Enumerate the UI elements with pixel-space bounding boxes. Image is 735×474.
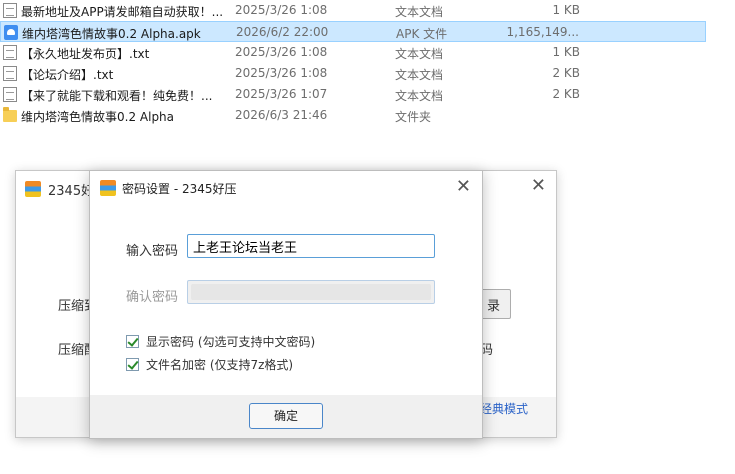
password-dialog: 密码设置 - 2345好压 ✕ 输入密码 确认密码 显示密码 (勾选可支持中文密… [89, 170, 483, 439]
file-type: 文本文档 [395, 89, 444, 103]
file-type: 文本文档 [395, 47, 444, 61]
encrypt-filenames-label: 文件名加密 (仅支持7z格式) [146, 358, 294, 372]
file-name: 【永久地址发布页】.txt [21, 47, 150, 61]
dialog-title: 密码设置 - 2345好压 [122, 182, 237, 196]
file-row[interactable]: 维内塔湾色情故事0.2 Alpha 2026/6/3 21:46 文件夹 [0, 105, 706, 126]
file-row[interactable]: 【永久地址发布页】.txt 2025/3/26 1:08 文本文档 1 KB [0, 42, 706, 63]
file-date: 2025/3/26 1:08 [235, 66, 328, 80]
dialog-footer: 确定 [90, 395, 482, 438]
file-row-selected[interactable]: 维内塔湾色情故事0.2 Alpha.apk 2026/6/2 22:00 APK… [0, 21, 706, 42]
password-label: 输入密码 [126, 244, 179, 259]
file-name: 最新地址及APP请发邮箱自动获取！... [21, 5, 224, 19]
file-date: 2025/3/26 1:07 [235, 87, 328, 101]
file-name: 维内塔湾色情故事0.2 Alpha [21, 110, 175, 124]
file-type: APK 文件 [396, 27, 448, 41]
encrypt-filenames-checkbox[interactable]: 文件名加密 (仅支持7z格式) [126, 356, 293, 373]
window-title: 2345好 [48, 184, 95, 199]
show-password-checkbox[interactable]: 显示密码 (勾选可支持中文密码) [126, 333, 315, 350]
file-size: 1,165,149... [506, 25, 579, 39]
confirm-password-input[interactable] [187, 280, 435, 304]
password-input[interactable] [187, 234, 435, 258]
ok-button[interactable]: 确定 [249, 403, 323, 429]
file-name: 维内塔湾色情故事0.2 Alpha.apk [22, 27, 201, 41]
show-password-label: 显示密码 (勾选可支持中文密码) [146, 335, 316, 349]
close-icon[interactable]: ✕ [456, 176, 471, 197]
confirm-password-field-disabled [191, 284, 431, 300]
file-date: 2026/6/2 22:00 [236, 25, 329, 39]
file-type: 文件夹 [395, 110, 432, 124]
file-date: 2025/3/26 1:08 [235, 3, 328, 17]
file-date: 2026/6/3 21:46 [235, 108, 328, 122]
file-size: 2 KB [552, 66, 580, 80]
app-logo-icon [25, 181, 41, 197]
file-size: 1 KB [552, 3, 580, 17]
file-name: 【论坛介绍】.txt [21, 68, 114, 82]
file-type: 文本文档 [395, 5, 444, 19]
text-file-icon [3, 3, 17, 18]
text-file-icon [3, 45, 17, 60]
text-file-icon [3, 66, 17, 81]
file-row[interactable]: 最新地址及APP请发邮箱自动获取！... 2025/3/26 1:08 文本文档… [0, 0, 706, 21]
text-file-icon [3, 87, 17, 102]
checkbox-checked-icon[interactable] [126, 335, 139, 348]
file-date: 2025/3/26 1:08 [235, 45, 328, 59]
file-size: 2 KB [552, 87, 580, 101]
folder-icon [3, 107, 17, 122]
file-row[interactable]: 【论坛介绍】.txt 2025/3/26 1:08 文本文档 2 KB [0, 63, 706, 84]
confirm-password-label: 确认密码 [126, 290, 179, 305]
close-icon[interactable]: ✕ [531, 175, 546, 196]
file-size: 1 KB [552, 45, 580, 59]
dialog-titlebar[interactable]: 密码设置 - 2345好压 ✕ [90, 171, 482, 203]
file-type: 文本文档 [395, 68, 444, 82]
apk-file-icon [4, 25, 18, 40]
app-logo-icon [100, 180, 116, 196]
file-name: 【来了就能下载和观看！纯免费！... [21, 89, 213, 103]
checkbox-checked-icon[interactable] [126, 358, 139, 371]
file-row[interactable]: 【来了就能下载和观看！纯免费！... 2025/3/26 1:07 文本文档 2… [0, 84, 706, 105]
classic-mode-link[interactable]: 经典模式 [480, 400, 528, 417]
